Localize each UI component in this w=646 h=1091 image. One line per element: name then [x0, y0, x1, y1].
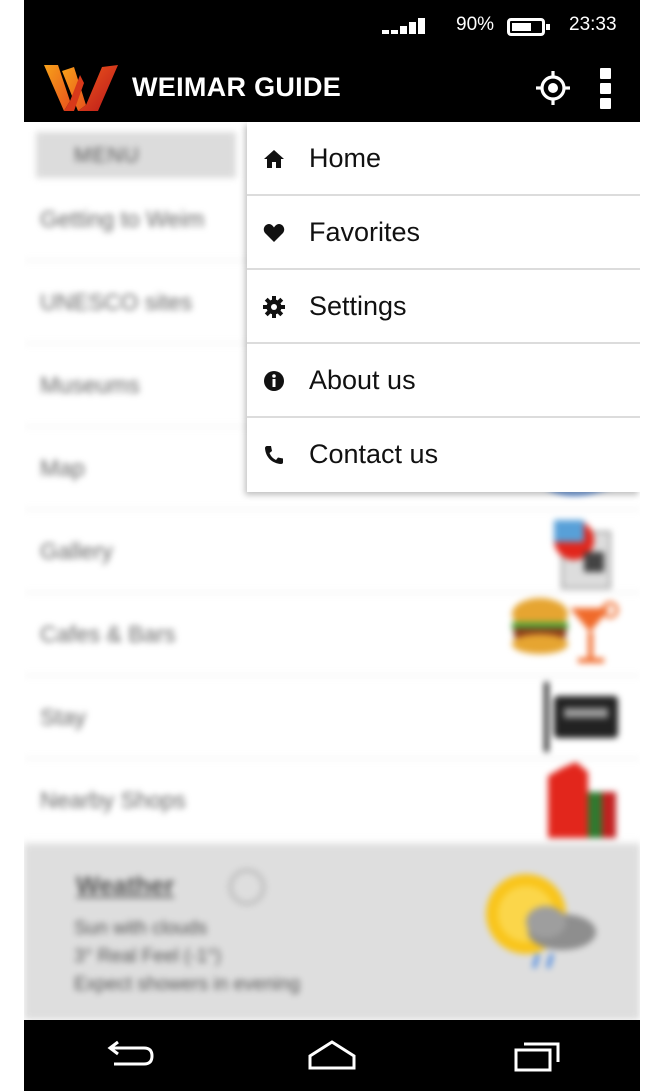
app-title: WEIMAR GUIDE	[132, 72, 342, 102]
list-item-label: Stay	[40, 704, 87, 730]
overflow-menu-icon[interactable]	[596, 64, 616, 112]
status-bar: 90% 23:33	[24, 0, 640, 52]
signal-icon	[382, 18, 434, 34]
list-item-label: Cafes & Bars	[40, 621, 176, 647]
cafe-bar-thumbnail-icon	[512, 598, 619, 663]
shops-thumbnail-icon	[548, 762, 616, 838]
list-item-label: UNESCO sites	[40, 289, 193, 315]
weather-card[interactable]: Weather Sun with clouds 3° Real Feel (-1…	[24, 844, 640, 1020]
list-item-label: Gallery	[40, 538, 113, 564]
menu-item-about[interactable]: About us	[247, 344, 640, 418]
menu-item-label: Contact us	[309, 439, 439, 469]
battery-percent: 90%	[456, 14, 495, 35]
list-item-label: Map	[40, 455, 85, 481]
menu-header-label: MENU	[74, 144, 140, 167]
refresh-icon[interactable]	[228, 868, 266, 906]
menu-item-contact[interactable]: Contact us	[247, 418, 640, 492]
weather-forecast: Expect showers in evening	[74, 974, 301, 995]
locate-icon[interactable]	[534, 69, 572, 107]
list-item-label: Nearby Shops	[40, 787, 186, 813]
menu-item-favorites[interactable]: Favorites	[247, 196, 640, 270]
battery-icon	[507, 18, 550, 36]
menu-item-label: Settings	[309, 291, 407, 321]
menu-item-label: Favorites	[309, 217, 421, 247]
sun-cloud-rain-icon	[486, 874, 596, 969]
gear-icon	[263, 296, 285, 318]
phone-icon	[265, 446, 283, 464]
list-item-label: Museums	[40, 372, 140, 398]
clock: 23:33	[569, 14, 617, 35]
home-nav-icon[interactable]	[302, 1034, 362, 1078]
stay-thumbnail-icon	[544, 682, 618, 752]
weather-title: Weather	[76, 872, 175, 900]
weimar-logo	[44, 65, 118, 111]
weather-temperature: 3° Real Feel (-1°)	[74, 946, 222, 967]
gallery-thumbnail-icon	[554, 520, 611, 589]
home-icon	[264, 150, 284, 168]
menu-item-label: About us	[309, 365, 416, 395]
recents-icon[interactable]	[506, 1034, 566, 1078]
heart-icon	[263, 224, 285, 242]
back-icon[interactable]	[98, 1034, 158, 1078]
menu-item-settings[interactable]: Settings	[247, 270, 640, 344]
menu-header: MENU	[36, 132, 236, 178]
phone-screen: 90% 23:33 WEIMAR GUIDE MENU Getting to W…	[24, 0, 640, 1091]
menu-item-home[interactable]: Home	[247, 122, 640, 196]
weather-condition: Sun with clouds	[74, 918, 208, 939]
navigation-bar	[24, 1020, 640, 1091]
list-item-label: Getting to Weim	[40, 206, 205, 232]
app-header: WEIMAR GUIDE	[24, 52, 640, 122]
overflow-dropdown-menu: Home Favorites Settings About us Contact…	[247, 122, 640, 492]
info-icon	[264, 371, 284, 391]
menu-item-label: Home	[309, 143, 382, 173]
